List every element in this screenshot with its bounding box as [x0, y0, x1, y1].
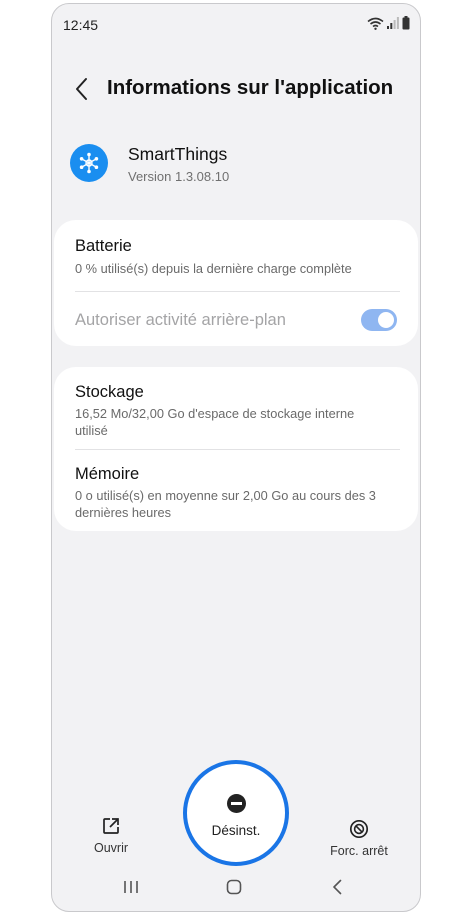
- app-info-header: Informations sur l'application: [52, 70, 420, 110]
- open-external-icon: [103, 818, 119, 834]
- app-name: SmartThings: [128, 144, 228, 164]
- page-title: Informations sur l'application: [107, 76, 394, 99]
- block-icon: [349, 819, 369, 839]
- memory-title: Mémoire: [75, 465, 140, 483]
- battery-card: Batterie 0 % utilisé(s) depuis la derniè…: [54, 220, 418, 346]
- phone-screen: 12:45 Informations sur l'application Sma…: [51, 3, 421, 912]
- battery-title: Batterie: [75, 237, 132, 255]
- storage-row[interactable]: Stockage 16,52 Mo/32,00 Go d'espace de s…: [54, 367, 418, 449]
- uninstall-label: Désinst.: [211, 823, 261, 838]
- battery-icon: [402, 16, 410, 30]
- battery-subtitle: 0 % utilisé(s) depuis la dernière charge…: [75, 261, 352, 276]
- open-button[interactable]: Ouvrir: [89, 816, 133, 855]
- status-time: 12:45: [63, 17, 99, 33]
- open-label: Ouvrir: [93, 841, 129, 855]
- force-stop-button[interactable]: Forc. arrêt: [324, 819, 394, 858]
- uninstall-button[interactable]: Désinst.: [183, 760, 289, 866]
- background-activity-toggle[interactable]: [361, 309, 397, 331]
- smartthings-app-icon: [70, 144, 108, 182]
- wifi-icon: [367, 17, 384, 30]
- status-bar: 12:45: [52, 4, 420, 44]
- remove-circle-icon: [227, 794, 246, 813]
- app-summary: SmartThings Version 1.3.08.10: [70, 142, 420, 192]
- storage-title: Stockage: [75, 383, 144, 401]
- toggle-knob: [378, 312, 394, 328]
- recent-apps-icon[interactable]: [122, 878, 140, 896]
- signal-icon: [387, 17, 399, 29]
- back-nav-icon[interactable]: [329, 878, 347, 896]
- battery-row[interactable]: Batterie 0 % utilisé(s) depuis la derniè…: [54, 220, 418, 290]
- memory-subtitle: 0 o utilisé(s) en moyenne sur 2,00 Go au…: [75, 488, 376, 520]
- memory-row[interactable]: Mémoire 0 o utilisé(s) en moyenne sur 2,…: [54, 450, 418, 531]
- storage-memory-card: Stockage 16,52 Mo/32,00 Go d'espace de s…: [54, 367, 418, 531]
- status-icons: [367, 16, 410, 30]
- divider: [75, 291, 400, 292]
- navigation-bar: [52, 874, 420, 910]
- app-version: Version 1.3.08.10: [128, 169, 230, 184]
- back-arrow-icon[interactable]: [72, 76, 94, 102]
- storage-subtitle: 16,52 Mo/32,00 Go d'espace de stockage i…: [75, 406, 355, 438]
- force-stop-label: Forc. arrêt: [330, 844, 388, 858]
- background-activity-label: Autoriser activité arrière-plan: [75, 311, 286, 329]
- home-icon[interactable]: [225, 878, 243, 896]
